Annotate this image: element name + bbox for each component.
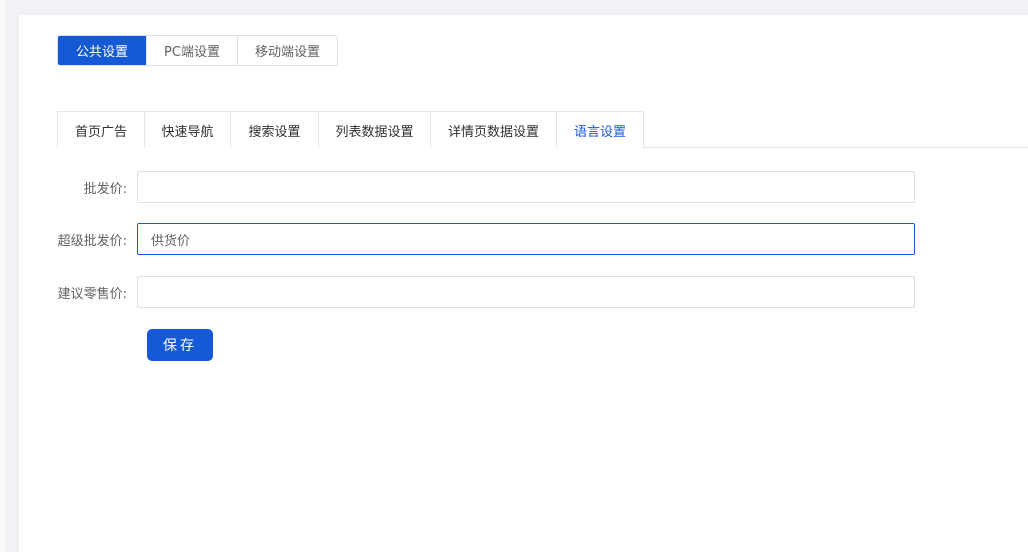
retail-label: 建议零售价: <box>57 286 127 302</box>
retail-input[interactable] <box>137 276 915 308</box>
tab-search-settings[interactable]: 搜索设置 <box>231 111 319 148</box>
tab-mobile-settings[interactable]: 移动端设置 <box>237 36 337 65</box>
super-wholesale-input[interactable] <box>137 223 915 255</box>
left-strip <box>0 0 5 552</box>
tab-list-data-settings[interactable]: 列表数据设置 <box>319 111 431 148</box>
form-row-super-wholesale: 超级批发价: <box>19 223 915 255</box>
tab-detail-data-settings[interactable]: 详情页数据设置 <box>431 111 557 148</box>
save-button[interactable]: 保存 <box>147 329 213 361</box>
super-wholesale-label: 超级批发价: <box>57 233 127 249</box>
settings-panel: 公共设置 PC端设置 移动端设置 首页广告 快速导航 搜索设置 列表数据设置 详… <box>19 15 1028 552</box>
wholesale-label: 批发价: <box>83 181 127 197</box>
platform-segmented-control: 公共设置 PC端设置 移动端设置 <box>57 35 338 66</box>
tab-pc-settings[interactable]: PC端设置 <box>146 36 237 65</box>
form-row-retail: 建议零售价: <box>19 276 915 308</box>
tab-public-settings[interactable]: 公共设置 <box>58 36 146 65</box>
wholesale-input[interactable] <box>137 171 915 203</box>
tab-home-ads[interactable]: 首页广告 <box>57 111 145 148</box>
tab-language-settings[interactable]: 语言设置 <box>557 111 644 149</box>
tab-quick-nav[interactable]: 快速导航 <box>145 111 231 148</box>
form-row-wholesale: 批发价: <box>19 171 915 203</box>
sub-tabs: 首页广告 快速导航 搜索设置 列表数据设置 详情页数据设置 语言设置 <box>57 111 1028 149</box>
